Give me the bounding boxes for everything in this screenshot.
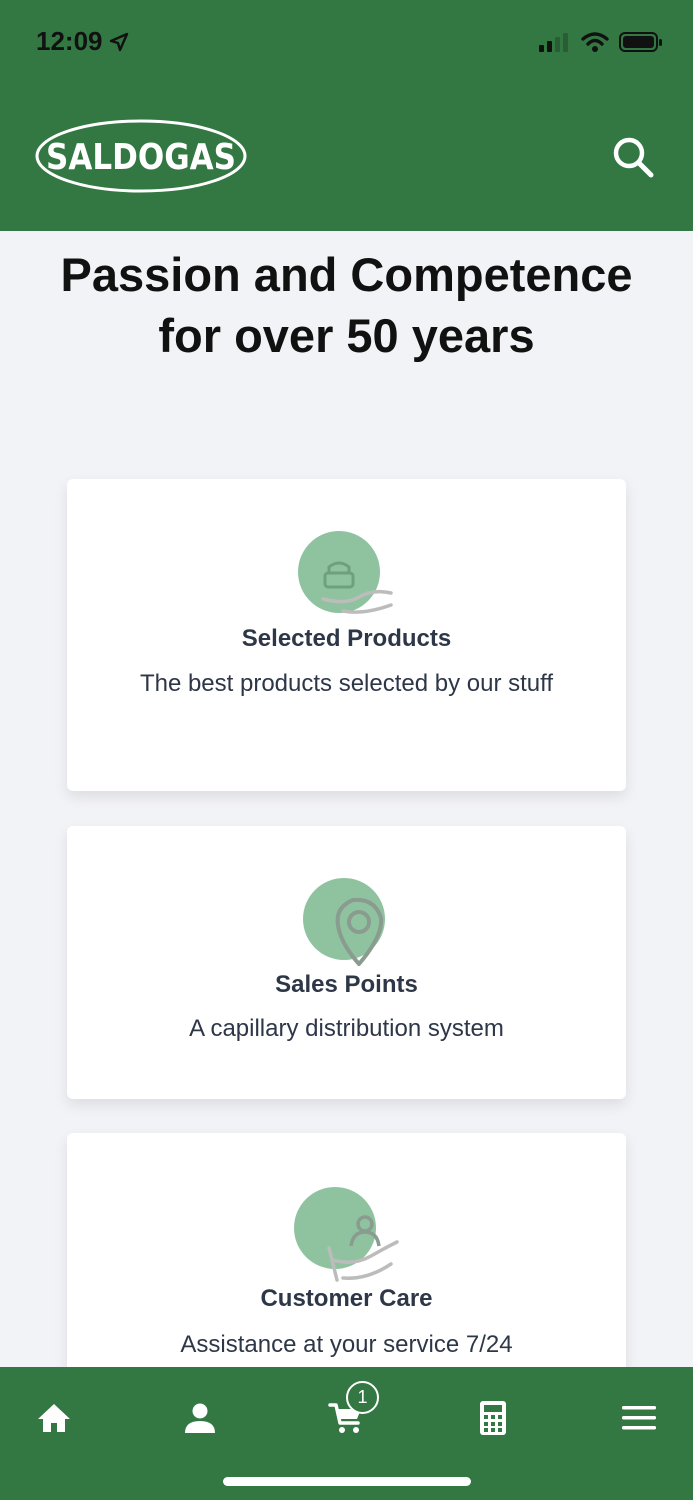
person-in-hand-icon: [294, 1187, 399, 1282]
calculator-icon: [480, 1401, 506, 1435]
location-pin-icon: [303, 878, 385, 966]
card-title: Selected Products: [241, 625, 452, 652]
card-description: The best products selected by our stuff: [139, 670, 554, 697]
logo-text: SALDOGAS: [46, 137, 236, 178]
cart-count-badge: 1: [346, 1381, 379, 1414]
location-arrow-icon: [109, 32, 128, 51]
status-indicators: [539, 28, 663, 56]
card-customer-care[interactable]: Customer Care Assistance at your service…: [67, 1133, 626, 1393]
nav-menu[interactable]: [611, 1393, 667, 1443]
saldogas-logo: SALDOGAS: [35, 119, 247, 193]
home-icon: [38, 1404, 70, 1432]
search-icon[interactable]: [610, 134, 656, 180]
nav-profile[interactable]: [172, 1393, 228, 1443]
app-header: 12:09 SALDOGAS: [0, 0, 693, 231]
status-time-group: 12:09: [36, 26, 129, 57]
nav-home[interactable]: [26, 1393, 82, 1443]
card-selected-products[interactable]: Selected Products The best products sele…: [67, 479, 626, 791]
cellular-signal-icon: [539, 33, 568, 52]
nav-calculator[interactable]: [465, 1393, 521, 1443]
page-title: Passion and Competence for over 50 years: [60, 248, 633, 362]
card-sales-points[interactable]: Sales Points A capillary distribution sy…: [67, 826, 626, 1099]
status-bar: 12:09: [0, 0, 693, 84]
card-description: Assistance at your service 7/24: [180, 1331, 513, 1358]
card-title: Sales Points: [275, 971, 418, 998]
user-icon: [185, 1403, 215, 1433]
home-indicator[interactable]: [223, 1477, 471, 1486]
battery-icon: [619, 32, 662, 52]
status-time: 12:09: [36, 26, 103, 56]
basket-in-hand-icon: [298, 531, 393, 614]
menu-icon: [622, 1406, 656, 1430]
card-title: Customer Care: [260, 1285, 433, 1312]
card-description: A capillary distribution system: [189, 1015, 504, 1042]
wifi-icon: [581, 32, 609, 52]
